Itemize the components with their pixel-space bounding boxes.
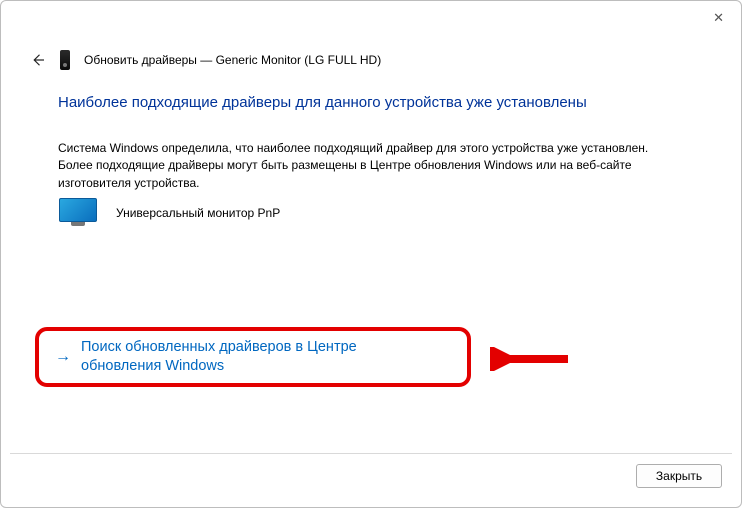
search-link-label: Поиск обновленных драйверов в Центре обн… <box>81 338 441 376</box>
close-button[interactable]: Закрыть <box>636 464 722 488</box>
result-heading: Наиболее подходящие драйверы для данного… <box>58 94 684 111</box>
search-windows-update-link[interactable]: → Поиск обновленных драйверов в Центре о… <box>39 338 441 376</box>
device-name-label: Универсальный монитор PnP <box>116 206 280 220</box>
device-type-icon <box>60 50 70 70</box>
result-description: Система Windows определила, что наиболее… <box>58 140 684 192</box>
device-row: Универсальный монитор PnP <box>58 198 280 228</box>
arrow-right-icon: → <box>55 348 71 366</box>
monitor-icon <box>58 198 98 228</box>
dialog-header: Обновить драйверы — Generic Monitor (LG … <box>28 50 381 70</box>
dialog-footer: Закрыть <box>10 453 732 498</box>
annotation-arrow-icon <box>490 347 570 371</box>
window-close-icon[interactable]: ✕ <box>713 10 724 26</box>
dialog-title: Обновить драйверы — Generic Monitor (LG … <box>84 53 381 67</box>
annotation-highlight: → Поиск обновленных драйверов в Центре о… <box>35 327 471 387</box>
back-arrow-icon[interactable] <box>28 50 48 70</box>
